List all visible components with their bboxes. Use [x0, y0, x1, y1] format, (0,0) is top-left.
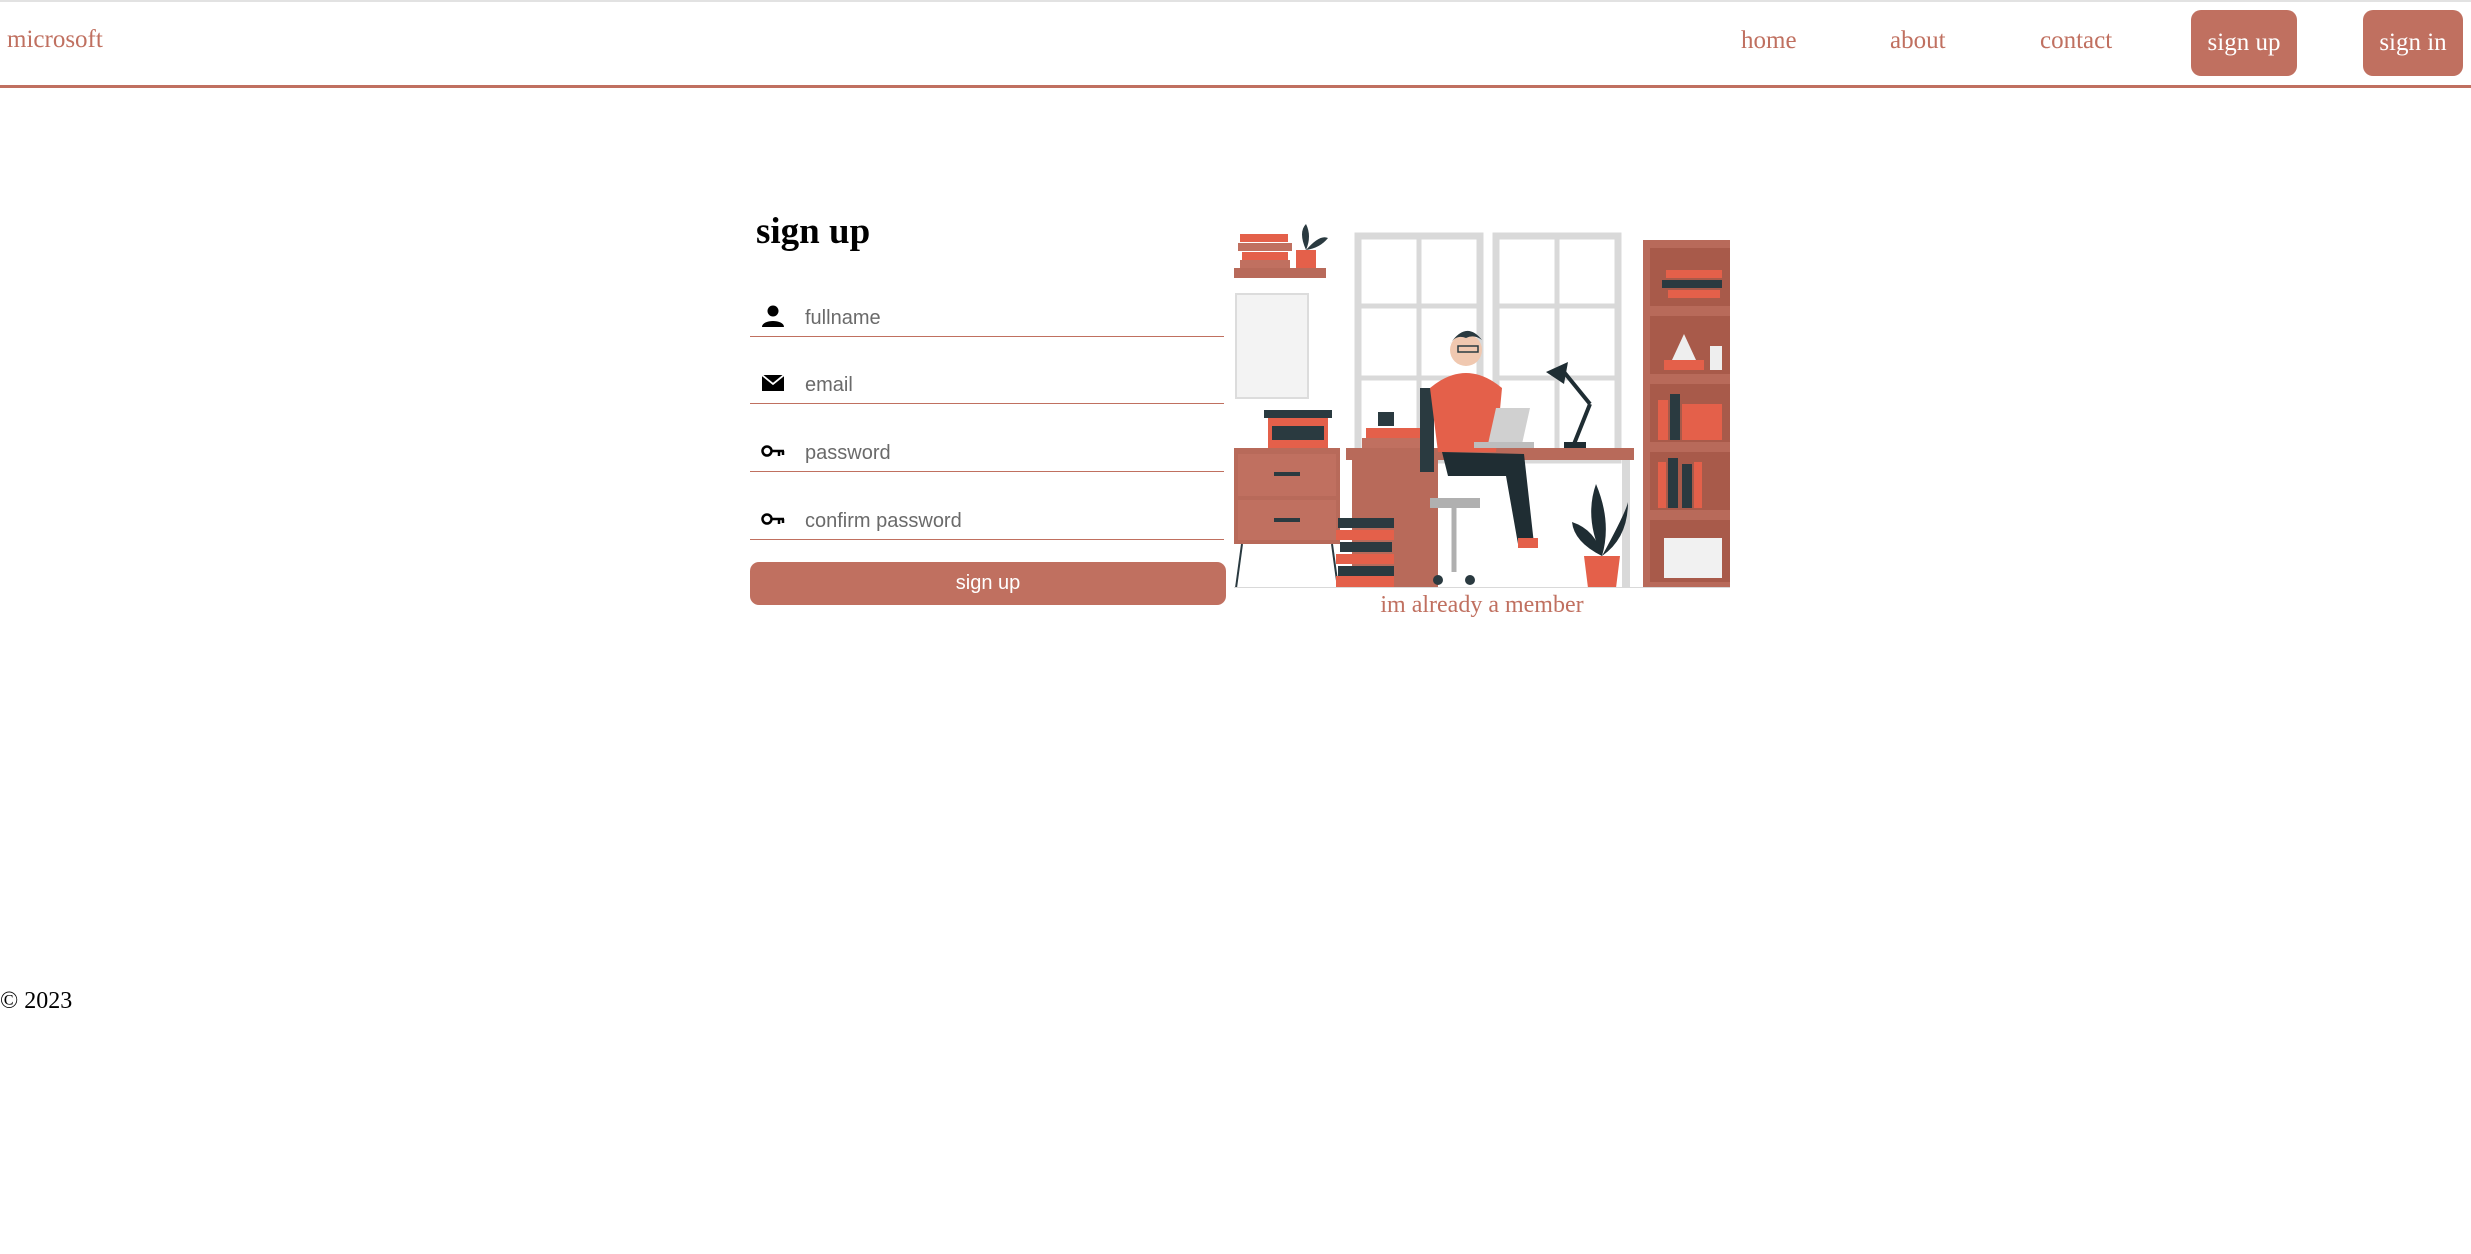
key-icon: [761, 513, 785, 525]
email-field: [750, 364, 1224, 404]
footer-copyright: © 2023: [0, 988, 73, 1014]
fullname-input[interactable]: [805, 303, 1215, 333]
key-icon: [761, 445, 785, 457]
confirm-password-field: [750, 500, 1224, 540]
email-input[interactable]: [805, 370, 1215, 400]
brand-logo[interactable]: microsoft: [7, 26, 103, 54]
desk-lamp: [1546, 362, 1592, 448]
office-illustration: [1234, 224, 1730, 588]
user-icon: [762, 305, 784, 327]
typewriter: [1264, 410, 1332, 448]
wall-frame: [1235, 293, 1309, 399]
password-input[interactable]: [805, 438, 1215, 468]
nav-link-about[interactable]: about: [1890, 27, 1946, 55]
nav-signup-button[interactable]: sign up: [2191, 10, 2297, 76]
drawer-cabinet: [1234, 448, 1340, 588]
coffee-cup: [1378, 412, 1394, 426]
signup-submit-button[interactable]: sign up: [750, 562, 1226, 605]
nav-link-home[interactable]: home: [1741, 27, 1797, 55]
nav-signin-button[interactable]: sign in: [2363, 10, 2463, 76]
envelope-icon: [761, 374, 785, 391]
form-title: sign up: [756, 211, 871, 252]
potted-plant: [1572, 484, 1628, 588]
nav-link-contact[interactable]: contact: [2040, 27, 2112, 55]
fullname-field: [750, 297, 1224, 337]
wall-shelf: [1234, 224, 1328, 278]
bookshelf: [1643, 240, 1730, 588]
confirm-password-input[interactable]: [805, 506, 1215, 536]
already-member-link[interactable]: im already a member: [1234, 592, 1730, 619]
navbar: microsoft home about contact sign up sig…: [0, 0, 2471, 88]
password-field: [750, 432, 1224, 472]
